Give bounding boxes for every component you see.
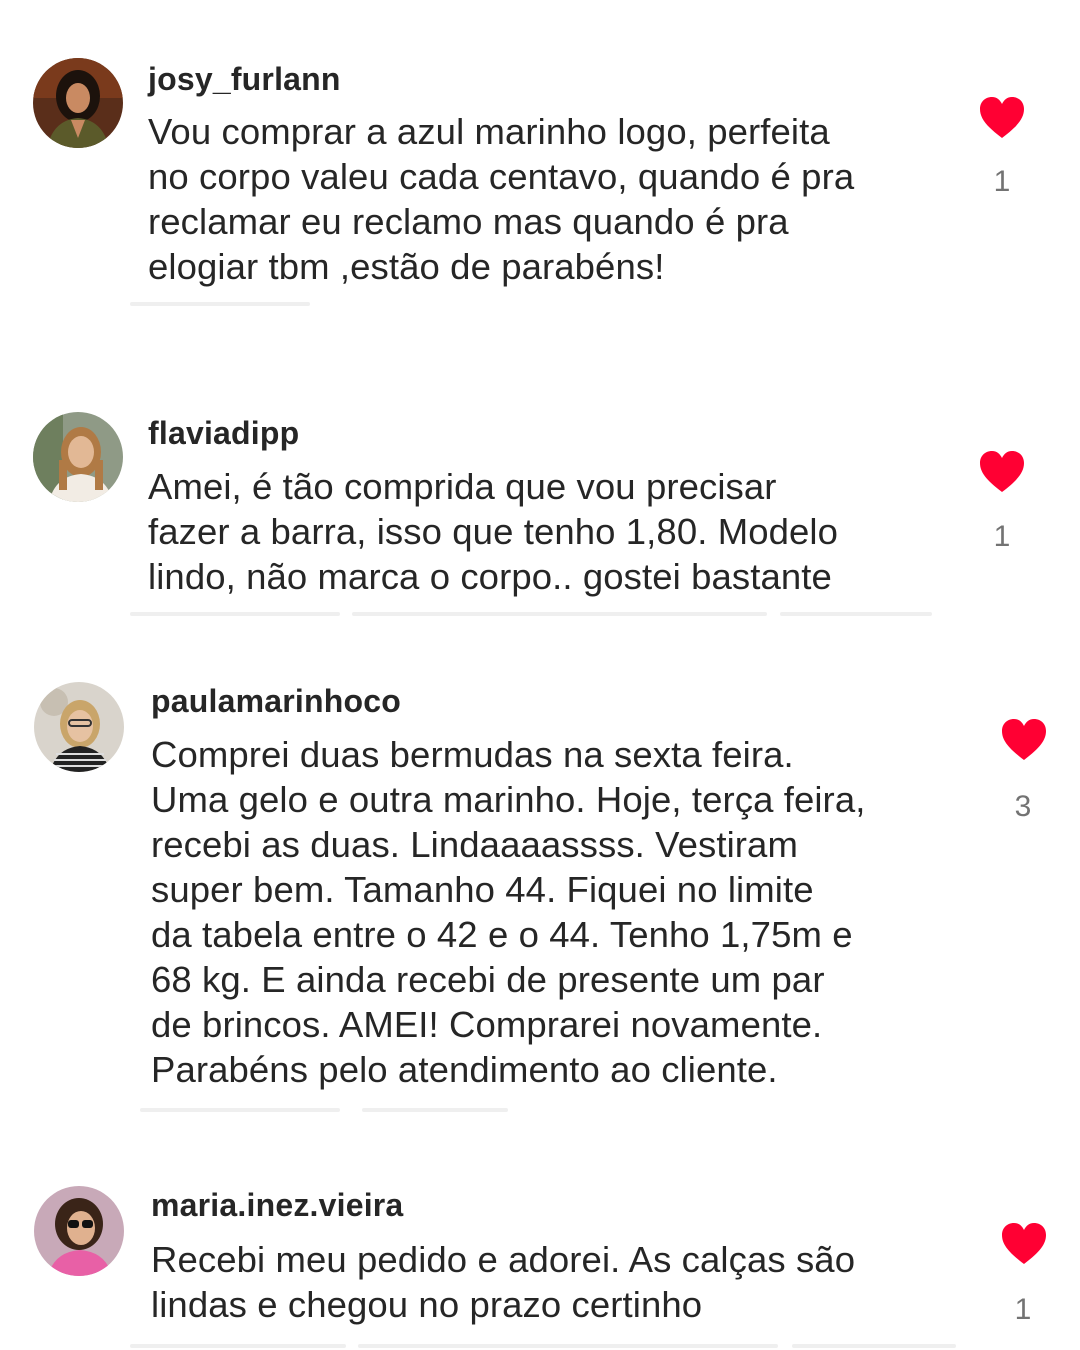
- divider: [362, 1108, 508, 1112]
- divider: [130, 1344, 346, 1348]
- comment-text: Amei, é tão comprida que vou precisar fa…: [148, 464, 838, 599]
- comment-text: Comprei duas bermudas na sexta feira. Um…: [151, 732, 865, 1092]
- divider: [358, 1344, 778, 1348]
- divider: [140, 1108, 340, 1112]
- avatar-image: [34, 682, 124, 772]
- avatar[interactable]: [34, 682, 124, 772]
- comment-line: lindo, não marca o corpo.. gostei bastan…: [148, 556, 832, 597]
- comment-line: Amei, é tão comprida que vou precisar: [148, 466, 777, 507]
- avatar[interactable]: [34, 1186, 124, 1276]
- like-count[interactable]: 1: [1003, 1293, 1043, 1327]
- avatar[interactable]: [33, 58, 123, 148]
- comment-line: recebi as duas. Lindaaaassss. Vestiram: [151, 824, 798, 865]
- comment-line: no corpo valeu cada centavo, quando é pr…: [148, 156, 855, 197]
- comment-line: Uma gelo e outra marinho. Hoje, terça fe…: [151, 779, 866, 820]
- comment-text: Recebi meu pedido e adorei. As calças sã…: [151, 1237, 855, 1327]
- like-count[interactable]: 3: [1003, 790, 1043, 824]
- divider: [130, 612, 340, 616]
- heart-icon[interactable]: [978, 96, 1026, 140]
- comment-username[interactable]: flaviadipp: [148, 415, 299, 452]
- comment-line: fazer a barra, isso que tenho 1,80. Mode…: [148, 511, 839, 552]
- comment-line: Recebi meu pedido e adorei. As calças sã…: [151, 1239, 856, 1280]
- comment-text: Vou comprar a azul marinho logo, perfeit…: [148, 109, 854, 289]
- comment-line: 68 kg. E ainda recebi de presente um par: [151, 959, 825, 1000]
- comment-line: Comprei duas bermudas na sexta feira.: [151, 734, 794, 775]
- comment-line: de brincos. AMEI! Comprarei novamente.: [151, 1004, 823, 1045]
- avatar[interactable]: [33, 412, 123, 502]
- like-count[interactable]: 1: [982, 165, 1022, 199]
- comment-line: Parabéns pelo atendimento ao cliente.: [151, 1049, 778, 1090]
- divider: [352, 612, 767, 616]
- like-count[interactable]: 1: [982, 520, 1022, 554]
- avatar-image: [33, 412, 123, 502]
- divider: [130, 302, 310, 306]
- comment-line: da tabela entre o 42 e o 44. Tenho 1,75m…: [151, 914, 853, 955]
- comment-username[interactable]: josy_furlann: [148, 61, 341, 98]
- divider: [780, 612, 932, 616]
- avatar-image: [34, 1186, 124, 1276]
- comment-line: Vou comprar a azul marinho logo, perfeit…: [148, 111, 830, 152]
- heart-icon[interactable]: [1000, 1222, 1048, 1266]
- heart-icon[interactable]: [1000, 718, 1048, 762]
- divider: [792, 1344, 956, 1348]
- comment-line: elogiar tbm ,estão de parabéns!: [148, 246, 665, 287]
- comment-line: reclamar eu reclamo mas quando é pra: [148, 201, 789, 242]
- heart-icon[interactable]: [978, 450, 1026, 494]
- comment-username[interactable]: maria.inez.vieira: [151, 1187, 403, 1224]
- comment-line: lindas e chegou no prazo certinho: [151, 1284, 703, 1325]
- comment-username[interactable]: paulamarinhoco: [151, 683, 401, 720]
- comment-line: super bem. Tamanho 44. Fiquei no limite: [151, 869, 814, 910]
- avatar-image: [33, 58, 123, 148]
